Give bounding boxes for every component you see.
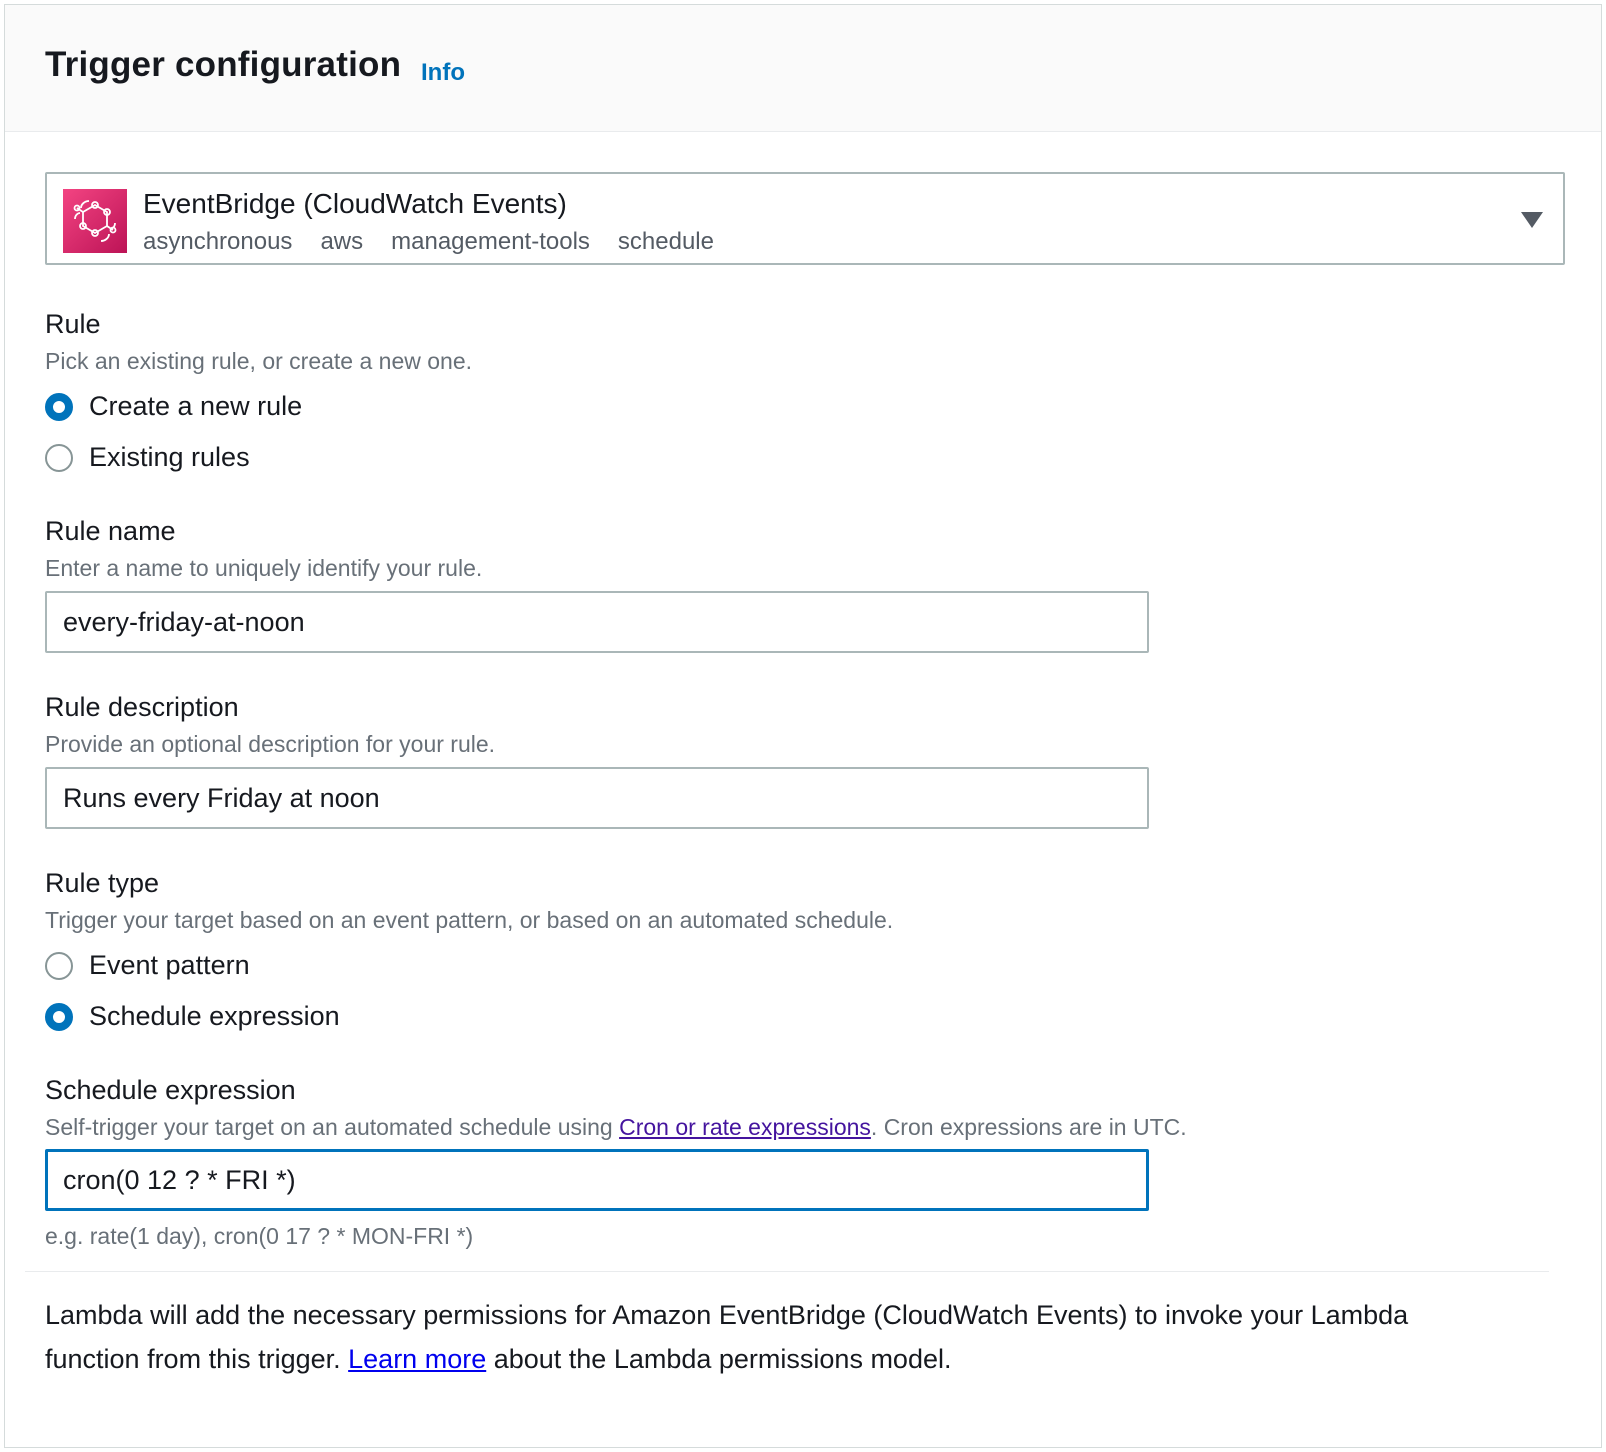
trigger-source-name: EventBridge (CloudWatch Events) (143, 188, 567, 219)
schedule-expression-input[interactable] (45, 1149, 1149, 1211)
radio-label: Create a new rule (89, 391, 303, 421)
description-text: Self-trigger your target on an automated… (45, 1114, 620, 1140)
rule-description-text: Pick an existing rule, or create a new o… (45, 348, 473, 374)
note-text: about the Lambda permissions model. (486, 1344, 952, 1374)
tag: management-tools (391, 228, 590, 255)
radio-checked-icon[interactable] (45, 393, 73, 421)
rule-name-input[interactable] (45, 591, 1149, 653)
cron-rate-expressions-link[interactable]: Cron or rate expressions (619, 1114, 871, 1140)
radio-checked-icon[interactable] (45, 1003, 73, 1031)
tag: aws (320, 228, 364, 255)
schedule-expression-hint: e.g. rate(1 day), cron(0 17 ? * MON-FRI … (45, 1223, 474, 1249)
schedule-expression-description: Self-trigger your target on an automated… (45, 1114, 1187, 1141)
radio-unchecked-icon[interactable] (45, 952, 73, 980)
info-link[interactable]: Info (421, 59, 465, 87)
radio-label: Existing rules (89, 442, 250, 472)
radio-unchecked-icon[interactable] (45, 444, 73, 472)
tag: asynchronous (143, 228, 293, 255)
schedule-expression-label: Schedule expression (45, 1075, 296, 1105)
rule-description-hint: Provide an optional description for your… (45, 731, 496, 757)
panel-header: Trigger configuration Info (5, 5, 1601, 132)
radio-label: Schedule expression (89, 1001, 340, 1031)
trigger-source-tags: asynchronous aws management-tools schedule (143, 228, 742, 256)
radio-label: Event pattern (89, 950, 250, 980)
divider (25, 1271, 1549, 1272)
rule-name-description: Enter a name to uniquely identify your r… (45, 555, 483, 581)
rule-name-label: Rule name (45, 516, 176, 546)
page-title: Trigger configuration (45, 45, 402, 84)
permissions-note: Lambda will add the necessary permission… (45, 1293, 1485, 1381)
description-text: . Cron expressions are in UTC. (870, 1114, 1187, 1140)
rule-label: Rule (45, 309, 101, 339)
trigger-configuration-panel: Trigger configuration Info EventBridge (… (4, 4, 1602, 1448)
rule-description-label: Rule description (45, 692, 239, 722)
rule-type-description: Trigger your target based on an event pa… (45, 907, 894, 933)
learn-more-link[interactable]: Learn more (348, 1344, 486, 1374)
rule-type-label: Rule type (45, 868, 160, 898)
caret-down-icon (1521, 212, 1543, 228)
eventbridge-icon (63, 189, 127, 253)
tag: schedule (617, 228, 714, 255)
rule-description-input[interactable] (45, 767, 1149, 829)
trigger-source-select[interactable]: EventBridge (CloudWatch Events) asynchro… (45, 172, 1565, 265)
